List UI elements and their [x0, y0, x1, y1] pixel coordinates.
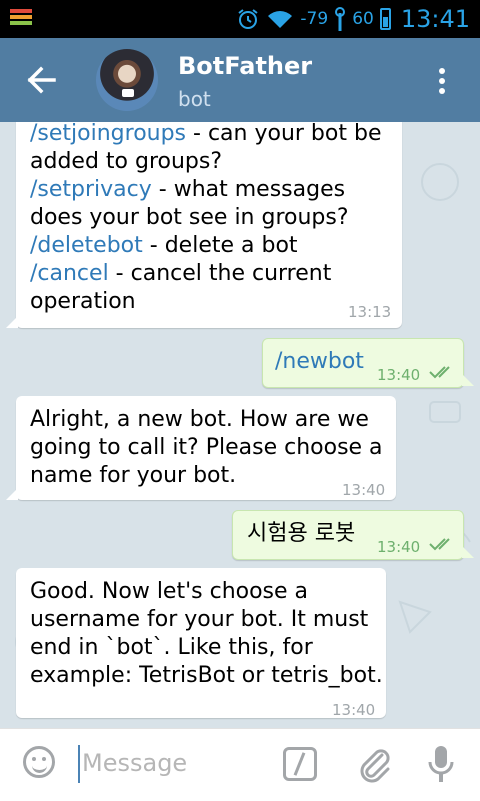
- message-line: end in `bot`. Like this, for: [30, 635, 313, 660]
- notification-icon: [10, 9, 38, 31]
- bubble-tail: [462, 546, 474, 558]
- double-check-icon: [429, 538, 450, 551]
- chat-subtitle: bot: [178, 87, 211, 111]
- incoming-message[interactable]: Good. Now let's choose a username for yo…: [16, 568, 386, 719]
- message-line: /deletebot - delete a bot: [30, 233, 298, 258]
- message-time: 13:13: [348, 303, 392, 321]
- battery-percent: 60: [352, 9, 374, 29]
- avatar[interactable]: [96, 49, 158, 111]
- message-time: 13:40: [377, 538, 421, 556]
- chat-title[interactable]: BotFather: [178, 52, 312, 80]
- mic-icon[interactable]: [427, 744, 455, 784]
- outgoing-message[interactable]: /newbot 13:40: [262, 338, 464, 388]
- message-line: /setprivacy - what messages: [30, 177, 346, 202]
- message-line: going to call it? Please choose a: [30, 435, 383, 460]
- antenna-icon: [335, 7, 346, 31]
- command-link[interactable]: /setprivacy: [30, 177, 152, 202]
- incoming-message[interactable]: Alright, a new bot. How are we going to …: [16, 396, 396, 500]
- message-line: example: TetrisBot or tetris_bot.: [30, 663, 383, 688]
- status-bar: -79 60 13:41: [0, 0, 480, 38]
- double-check-icon: [429, 366, 450, 379]
- bot-command-icon[interactable]: [283, 747, 317, 781]
- bubble-tail: [462, 374, 474, 386]
- message-text: 시험용 로봇: [247, 521, 356, 546]
- message-line: /cancel - cancel the current: [30, 261, 332, 286]
- text-cursor: [78, 745, 80, 783]
- message-line: Good. Now let's choose a: [30, 579, 309, 604]
- message-line: /setjoingroups - can your bot be: [30, 122, 382, 146]
- command-link[interactable]: /setjoingroups: [30, 122, 186, 146]
- bubble-tail: [6, 316, 18, 328]
- command-link[interactable]: /deletebot: [30, 233, 143, 258]
- message-line: operation: [30, 289, 136, 314]
- message-line: name for your bot.: [30, 463, 237, 488]
- command-link[interactable]: /cancel: [30, 261, 109, 286]
- battery-icon: [379, 8, 391, 30]
- attach-icon[interactable]: [356, 745, 392, 785]
- message-time: 13:40: [332, 701, 376, 719]
- back-arrow-icon[interactable]: [26, 62, 58, 98]
- command-link[interactable]: /newbot: [275, 348, 364, 376]
- emoji-icon[interactable]: [23, 746, 55, 778]
- wifi-icon: [268, 11, 293, 28]
- message-time: 13:40: [377, 366, 421, 384]
- incoming-message[interactable]: /setjoingroups - can your bot be added t…: [16, 122, 402, 328]
- message-time: 13:40: [342, 481, 386, 499]
- composer: [0, 728, 480, 801]
- alarm-icon: [238, 9, 259, 29]
- more-vert-icon[interactable]: [436, 68, 448, 98]
- clock: 13:41: [400, 5, 470, 33]
- message-line: username for your bot. It must: [30, 607, 369, 632]
- message-input[interactable]: [82, 743, 262, 783]
- message-line: added to groups?: [30, 149, 223, 174]
- message-line: Alright, a new bot. How are we: [30, 407, 369, 432]
- outgoing-message[interactable]: 시험용 로봇 13:40: [232, 510, 464, 560]
- message-list[interactable]: /setjoingroups - can your bot be added t…: [0, 122, 480, 728]
- signal-strength: -79: [300, 9, 329, 29]
- chat-header: BotFather bot: [0, 38, 480, 122]
- bubble-tail: [6, 488, 18, 500]
- message-line: does your bot see in groups?: [30, 205, 349, 230]
